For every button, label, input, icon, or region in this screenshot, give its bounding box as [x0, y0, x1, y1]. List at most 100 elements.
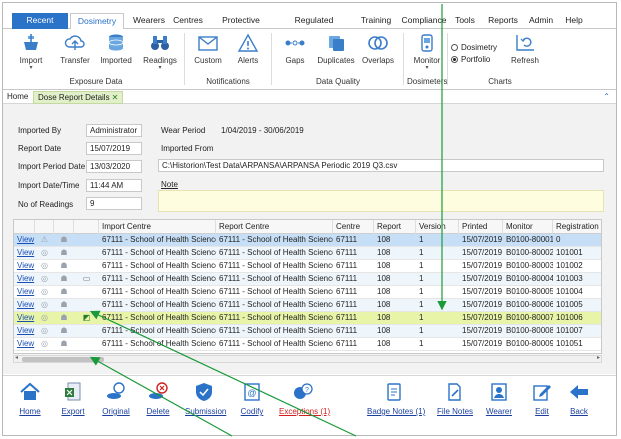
overlaps-button[interactable]: Overlaps — [358, 33, 398, 75]
dosimeter-status-icon: ◎ — [41, 326, 48, 335]
cell-centre: 67111 — [336, 326, 358, 335]
col-printed[interactable]: Printed — [459, 220, 503, 234]
tab-reports[interactable]: Reports — [486, 13, 520, 29]
tab-dose-report-details[interactable]: Dose Report Details ✕ — [33, 91, 124, 104]
tab-tools[interactable]: Tools — [453, 13, 477, 29]
imported-button[interactable]: Imported — [96, 33, 136, 75]
view-link[interactable]: View — [14, 312, 35, 325]
home-button[interactable]: Home — [17, 382, 43, 416]
view-link[interactable]: View — [14, 325, 35, 338]
table-row[interactable]: View ◎ ☗ 67111 - School of Health Science 67… — [14, 247, 601, 260]
readings-label: No of Readings — [18, 200, 74, 209]
chevron-up-icon[interactable]: ⌃ — [603, 92, 610, 101]
note-field[interactable] — [158, 190, 604, 212]
tab-centres[interactable]: Centres — [169, 13, 207, 29]
tab-training[interactable]: Training — [356, 13, 396, 29]
delete-button[interactable]: Delete — [145, 382, 171, 416]
view-link[interactable]: View — [14, 247, 35, 260]
edit-button[interactable]: Edit — [531, 382, 553, 416]
note-icon[interactable]: ▭ — [74, 273, 99, 286]
gaps-button[interactable]: Gaps — [275, 33, 315, 75]
custom-button[interactable]: Custom — [188, 33, 228, 75]
file-notes-button[interactable]: File Notes — [437, 382, 473, 416]
cell-printed: 15/07/2019 — [462, 326, 503, 335]
imported-by-field[interactable]: Administrator — [86, 124, 142, 137]
table-row[interactable]: View ◎ ☗ 67111 - School of Health Science 67… — [14, 286, 601, 299]
transfer-button[interactable]: Transfer — [55, 33, 95, 75]
view-link[interactable]: View — [14, 338, 35, 351]
dosimetry-radio[interactable]: Dosimetry — [451, 43, 497, 52]
import-period-field[interactable]: 13/03/2020 — [86, 160, 142, 173]
col-monitor[interactable]: Monitor — [503, 220, 553, 234]
table-row[interactable]: View ◎ ☗ ▭ 67111 - School of Health Science 6… — [14, 273, 601, 286]
cell-version: 1 — [419, 326, 424, 335]
col-version[interactable]: Version — [416, 220, 459, 234]
table-row[interactable]: View ◎ ☗ 67111 - School of Health Science 67… — [14, 299, 601, 312]
dosimeter-status-icon: ◎ — [41, 274, 48, 283]
cell-report-centre: 67111 - School of Health Science — [219, 300, 333, 309]
view-link[interactable]: View — [14, 273, 35, 286]
cell-printed: 15/07/2019 — [462, 339, 503, 348]
alerts-button[interactable]: Alerts — [228, 33, 268, 75]
view-link[interactable]: View — [14, 234, 35, 247]
tab-regulated-devices[interactable]: Regulated Devices — [279, 13, 349, 40]
refresh-button[interactable]: Refresh — [505, 33, 545, 75]
col-import-centre[interactable]: Import Centre — [99, 220, 216, 234]
tab-recent[interactable]: Recent — [12, 13, 68, 29]
monitor-button[interactable]: Monitor ▾ — [407, 33, 447, 75]
tab-protective-devices[interactable]: Protective Devices — [208, 13, 274, 40]
home-tab[interactable]: Home — [7, 92, 28, 101]
export-button[interactable]: Export — [59, 382, 87, 416]
import-time-field[interactable]: 11:44 AM — [86, 179, 142, 192]
view-link[interactable]: View — [14, 299, 35, 312]
close-icon[interactable]: ✕ — [112, 93, 119, 102]
view-link[interactable]: View — [14, 286, 35, 299]
flag-icon[interactable]: ◩ — [74, 312, 99, 325]
wearer-button[interactable]: Wearer — [485, 382, 513, 416]
report-date-field[interactable]: 15/07/2019 — [86, 142, 142, 155]
table-row[interactable]: View ◎ ☗ 67111 - School of Health Science 67… — [14, 260, 601, 273]
tab-dosimetry[interactable]: Dosimetry — [70, 13, 124, 30]
submission-button[interactable]: Submission — [185, 382, 226, 416]
table-row[interactable]: View ⚠ ☗ 67111 - School of Health Science 67… — [14, 234, 601, 247]
portfolio-radio[interactable]: Portfolio — [451, 55, 490, 64]
readings-button[interactable]: Readings ▾ — [140, 33, 180, 75]
col-report[interactable]: Report — [374, 220, 416, 234]
readings-field[interactable]: 9 — [86, 197, 142, 210]
import-button[interactable]: Import ▾ — [11, 33, 51, 75]
scroll-left-icon[interactable]: ◂ — [15, 354, 18, 361]
col-status — [35, 220, 54, 234]
original-button[interactable]: Original — [101, 382, 131, 416]
tab-compliance[interactable]: Compliance — [401, 13, 447, 29]
exceptions-button[interactable]: ? Exceptions (1) — [279, 382, 330, 416]
table-row[interactable]: View ◎ ☗ 67111 - School of Health Science 67… — [14, 338, 601, 351]
cell-centre: 67111 — [336, 248, 358, 257]
col-centre[interactable]: Centre — [333, 220, 374, 234]
codify-button[interactable]: @ Codify — [239, 382, 265, 416]
gaps-icon — [285, 40, 305, 46]
imported-from-field[interactable]: C:\Historion\Test Data\ARPANSA\ARPANSA P… — [158, 159, 604, 172]
imported-from-label: Imported From — [161, 144, 214, 153]
cell-registration: 101003 — [556, 274, 583, 283]
col-notes — [74, 220, 99, 234]
tab-help[interactable]: Help — [562, 13, 586, 29]
back-button[interactable]: Back — [567, 382, 591, 416]
scroll-right-icon[interactable]: ▸ — [597, 354, 600, 361]
cell-registration: 0 — [556, 235, 561, 244]
note-label: Note — [161, 180, 178, 189]
scroll-thumb[interactable] — [22, 357, 104, 362]
tab-admin[interactable]: Admin — [526, 13, 556, 29]
cell-monitor: B0100-80002 — [506, 248, 553, 257]
person-icon: ☗ — [60, 326, 68, 335]
duplicates-button[interactable]: Duplicates — [316, 33, 356, 75]
dosimeter-status-icon: ◎ — [41, 339, 48, 348]
view-link[interactable]: View — [14, 260, 35, 273]
horizontal-scrollbar[interactable]: ◂ ▸ — [13, 355, 602, 363]
col-report-centre[interactable]: Report Centre — [216, 220, 333, 234]
col-registration[interactable]: Registration — [553, 220, 601, 234]
table-row[interactable]: View ◎ ☗ ◩ 67111 - School of Health Science 6… — [14, 312, 601, 325]
badge-notes-button[interactable]: Badge Notes (1) — [367, 382, 425, 416]
table-row[interactable]: View ◎ ☗ 67111 - School of Health Science 67… — [14, 325, 601, 338]
cell-report-centre: 67111 - School of Health Science — [219, 313, 333, 322]
tab-wearers[interactable]: Wearers — [127, 13, 171, 29]
